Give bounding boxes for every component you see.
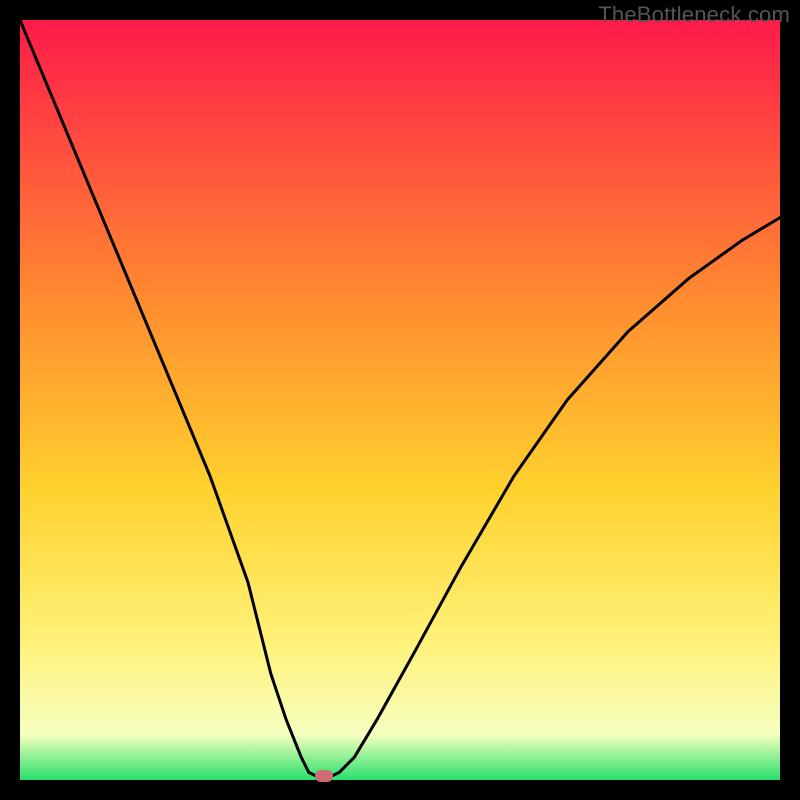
plot-area [20, 20, 780, 780]
chart-frame: TheBottleneck.com [0, 0, 800, 800]
bottleneck-curve [20, 20, 780, 780]
minimum-marker [315, 770, 333, 782]
watermark-text: TheBottleneck.com [598, 2, 790, 28]
